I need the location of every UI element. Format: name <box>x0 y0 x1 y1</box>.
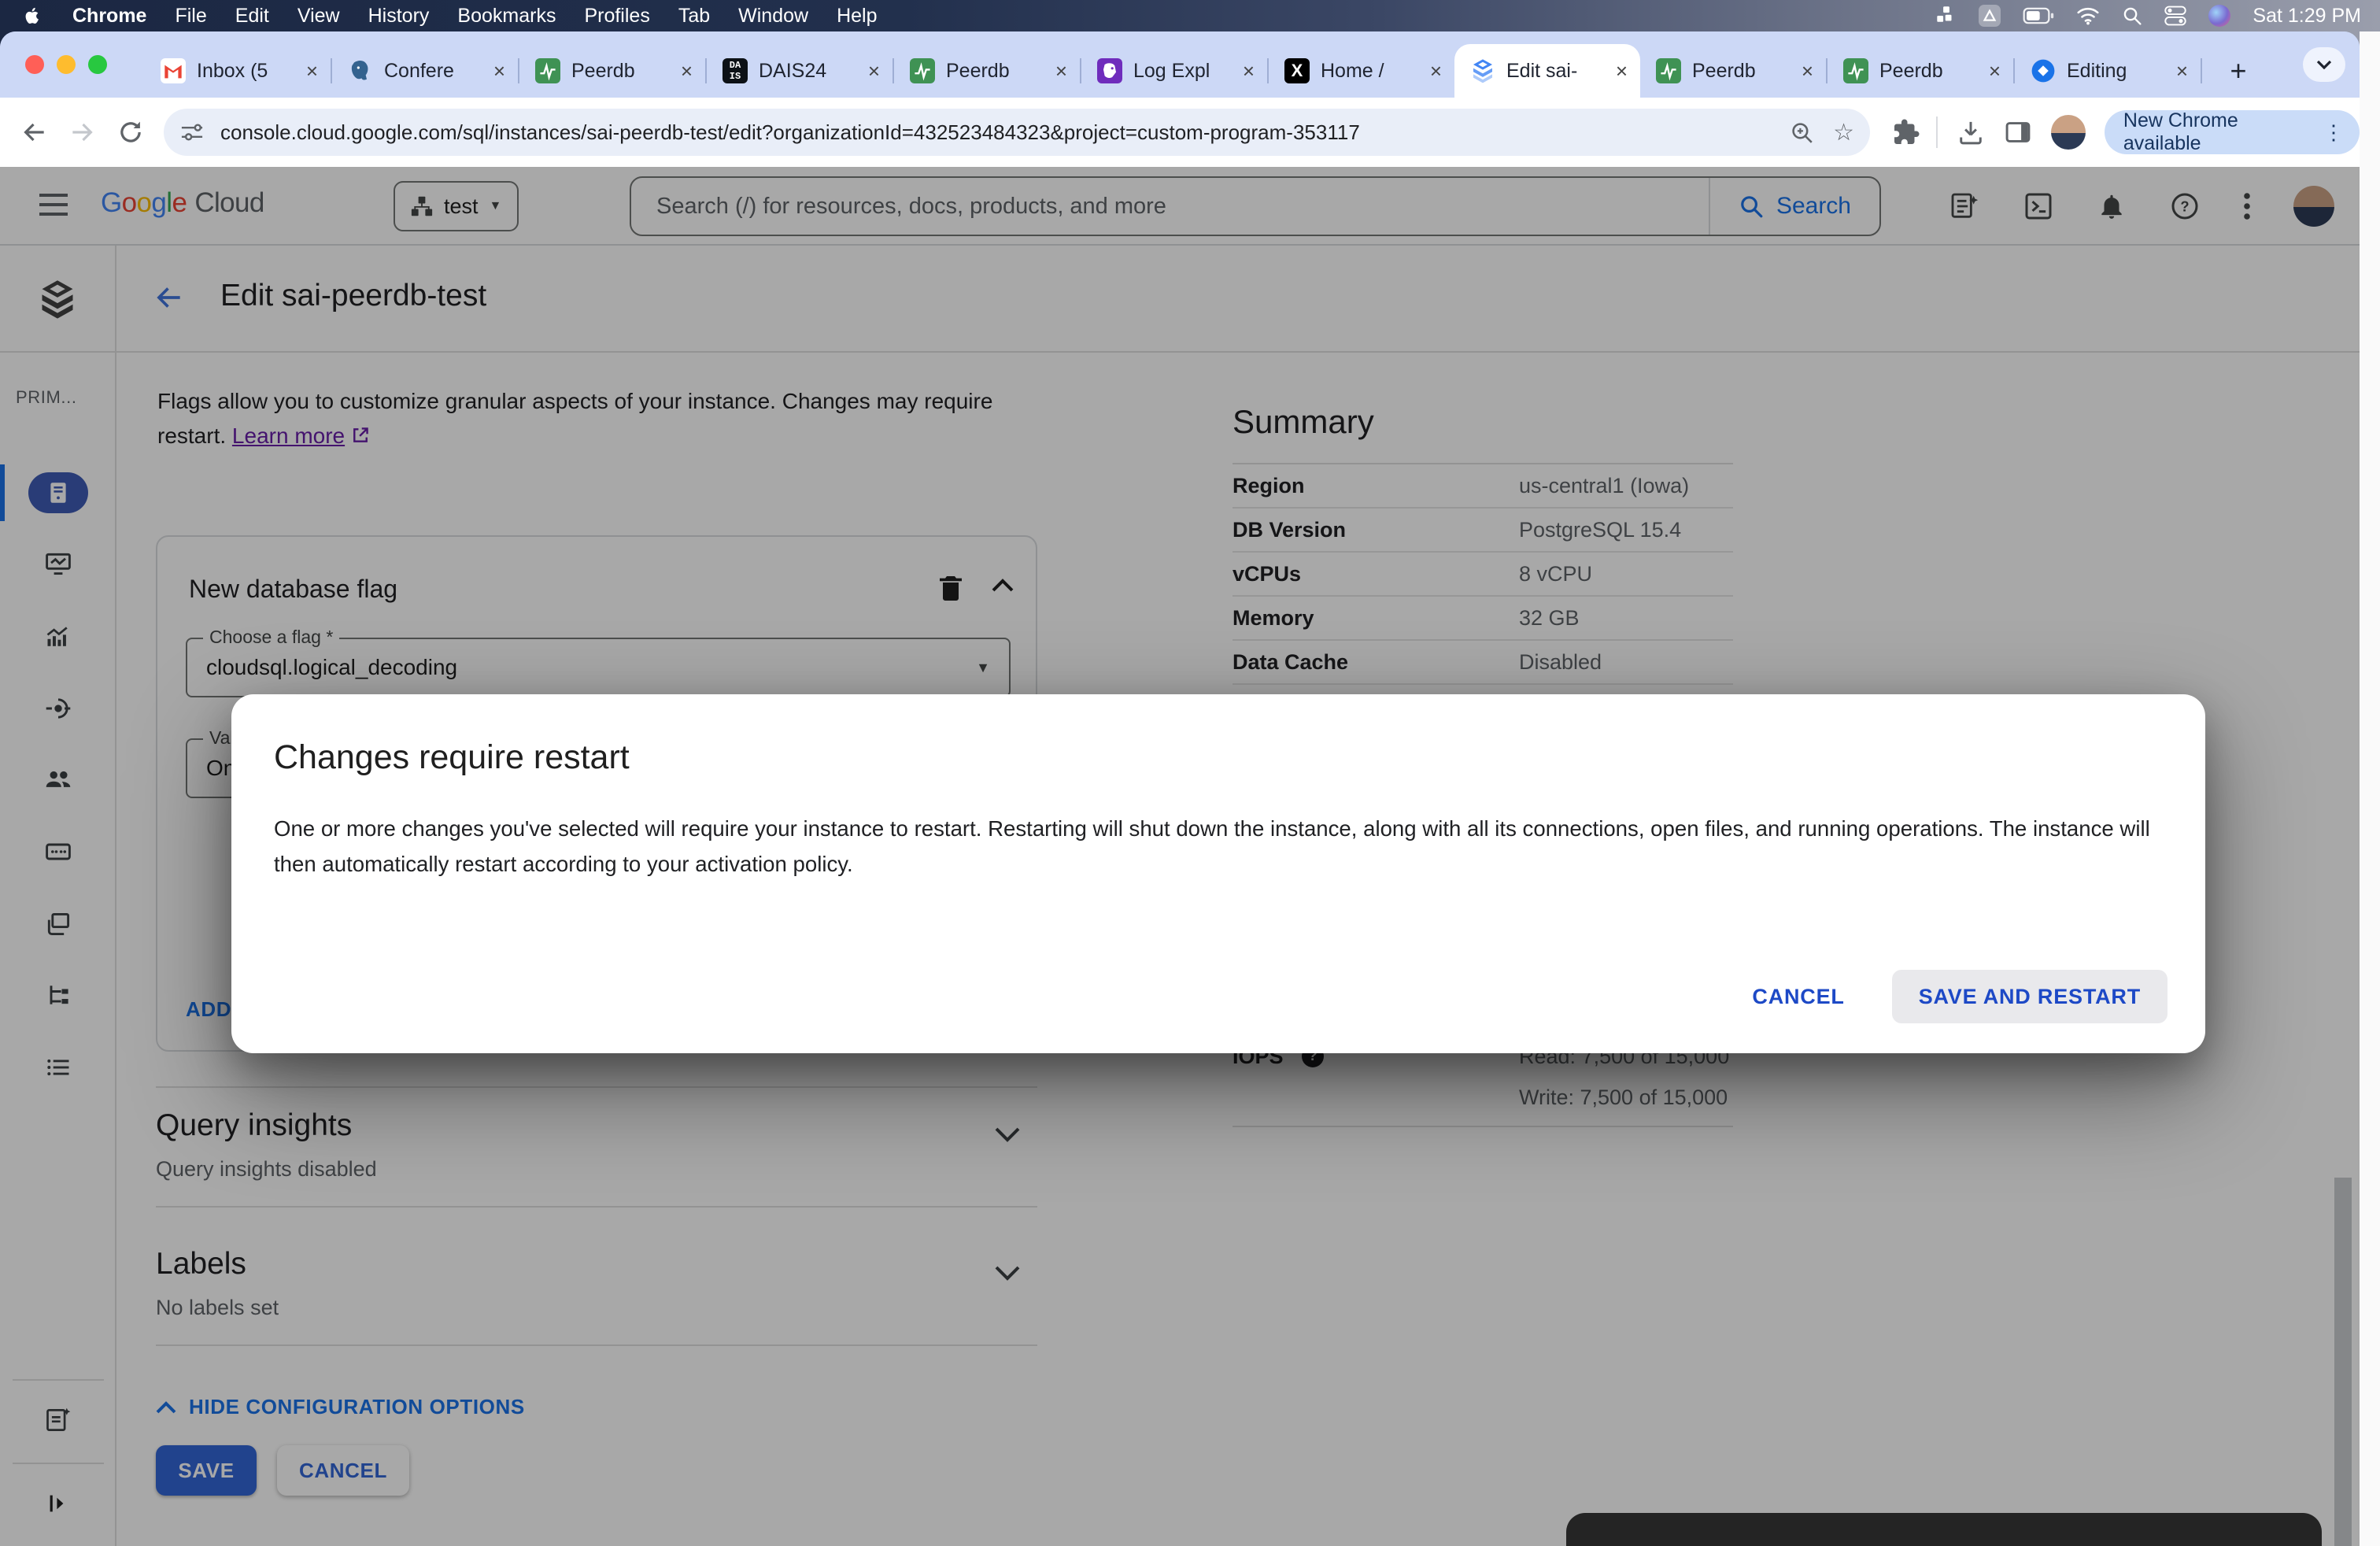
download-icon[interactable] <box>1957 118 1985 146</box>
tab-peerdb-3[interactable]: Peerdb × <box>1640 44 1826 98</box>
chrome-window: Inbox (5 × Confere × Peerdb × DA IS DAIS2… <box>0 31 2360 1546</box>
app-menubar-icon[interactable] <box>1979 5 2001 27</box>
menu-history[interactable]: History <box>368 5 430 28</box>
close-tab-icon[interactable]: × <box>493 59 505 83</box>
screen: Chrome File Edit View History Bookmarks … <box>0 0 2380 1546</box>
menubar-clock[interactable]: Sat 1:29 PM <box>2252 5 2361 28</box>
battery-icon[interactable] <box>2023 7 2054 24</box>
tab-peerdb-1[interactable]: Peerdb × <box>519 44 705 98</box>
blue-pin-icon <box>2031 58 2056 83</box>
browser-menu-icon[interactable]: ⋮ <box>2323 120 2344 145</box>
url-text[interactable]: console.cloud.google.com/sql/instances/s… <box>220 120 1789 145</box>
new-tab-button[interactable]: + <box>2218 50 2259 91</box>
dialog-body: One or more changes you've selected will… <box>274 816 2150 876</box>
site-settings-icon[interactable] <box>179 120 205 145</box>
apple-menu-icon[interactable] <box>22 6 42 26</box>
chrome-update-pill[interactable]: New Chrome available ⋮ <box>2104 109 2360 154</box>
tab-inbox[interactable]: Inbox (5 × <box>145 44 331 98</box>
close-tab-icon[interactable]: × <box>1616 59 1628 83</box>
tab-peerdb-2[interactable]: Peerdb × <box>894 44 1080 98</box>
close-tab-icon[interactable]: × <box>1430 59 1442 83</box>
bookmark-star-icon[interactable]: ☆ <box>1833 119 1854 146</box>
close-tab-icon[interactable]: × <box>681 59 693 83</box>
menu-tab[interactable]: Tab <box>678 5 710 28</box>
tab-log-explorer[interactable]: Log Expl × <box>1081 44 1267 98</box>
menu-profiles[interactable]: Profiles <box>584 5 649 28</box>
close-window-button[interactable] <box>25 55 44 74</box>
reload-icon[interactable] <box>116 118 145 146</box>
peerdb-icon <box>1843 58 1868 83</box>
back-icon[interactable] <box>19 117 49 147</box>
control-center-icon[interactable] <box>2164 6 2187 26</box>
gmail-icon <box>161 58 186 83</box>
dais-icon: DA IS <box>722 58 748 83</box>
address-bar[interactable]: console.cloud.google.com/sql/instances/s… <box>164 109 1870 156</box>
close-tab-icon[interactable]: × <box>1989 59 2001 83</box>
tab-dais24[interactable]: DA IS DAIS24 × <box>707 44 893 98</box>
menu-bookmarks[interactable]: Bookmarks <box>457 5 556 28</box>
dialog-cancel-button[interactable]: CANCEL <box>1752 985 1844 1009</box>
peerdb-icon <box>1656 58 1681 83</box>
tab-conference[interactable]: Confere × <box>332 44 518 98</box>
bottom-toast-bar <box>1566 1513 2322 1546</box>
close-tab-icon[interactable]: × <box>868 59 880 83</box>
siri-icon[interactable] <box>2208 5 2231 27</box>
x-twitter-icon: X <box>1284 58 1310 83</box>
side-panel-icon[interactable] <box>2004 118 2032 146</box>
menu-file[interactable]: File <box>175 5 206 28</box>
peerdb-icon <box>535 58 560 83</box>
extensions-icon[interactable] <box>1892 118 1920 146</box>
close-tab-icon[interactable]: × <box>1055 59 1067 83</box>
menu-help[interactable]: Help <box>837 5 877 28</box>
wifi-icon[interactable] <box>2076 6 2100 25</box>
close-tab-icon[interactable]: × <box>1243 59 1255 83</box>
gcp-page: Google Cloud test ▼ Search (/) for resour… <box>0 167 2360 1546</box>
tab-editing[interactable]: Editing × <box>2015 44 2201 98</box>
forward-icon[interactable] <box>68 117 98 147</box>
save-and-restart-button[interactable]: SAVE AND RESTART <box>1891 970 2168 1023</box>
cloud-sql-icon <box>1470 58 1495 83</box>
macos-menubar: Chrome File Edit View History Bookmarks … <box>0 0 2380 31</box>
close-tab-icon[interactable]: × <box>306 59 318 83</box>
close-tab-icon[interactable]: × <box>1802 59 1813 83</box>
peerdb-icon <box>910 58 935 83</box>
tab-search-chevron[interactable] <box>2303 47 2345 82</box>
close-tab-icon[interactable]: × <box>2176 59 2188 83</box>
zoom-page-icon[interactable] <box>1789 120 1814 145</box>
datadog-icon <box>1097 58 1122 83</box>
tab-strip: Inbox (5 × Confere × Peerdb × DA IS DAIS2… <box>0 31 2360 98</box>
menu-chrome[interactable]: Chrome <box>72 5 146 28</box>
background-window-edge <box>2360 31 2380 1546</box>
stats-menubar-icon[interactable] <box>1936 6 1957 26</box>
minimize-window-button[interactable] <box>57 55 76 74</box>
postgresql-icon <box>348 58 373 83</box>
menu-edit[interactable]: Edit <box>235 5 269 28</box>
browser-toolbar: console.cloud.google.com/sql/instances/s… <box>0 98 2360 167</box>
tab-peerdb-4[interactable]: Peerdb × <box>1828 44 2013 98</box>
maximize-window-button[interactable] <box>88 55 107 74</box>
menu-view[interactable]: View <box>298 5 340 28</box>
browser-profile-avatar[interactable] <box>2050 115 2086 150</box>
tab-edit-sai-active[interactable]: Edit sai- × <box>1454 44 1640 98</box>
dialog-title: Changes require restart <box>274 738 630 776</box>
tab-home-x[interactable]: X Home / × <box>1269 44 1454 98</box>
changes-require-restart-dialog: Changes require restart One or more chan… <box>231 694 2205 1053</box>
menu-window[interactable]: Window <box>738 5 808 28</box>
spotlight-icon[interactable] <box>2122 6 2142 26</box>
